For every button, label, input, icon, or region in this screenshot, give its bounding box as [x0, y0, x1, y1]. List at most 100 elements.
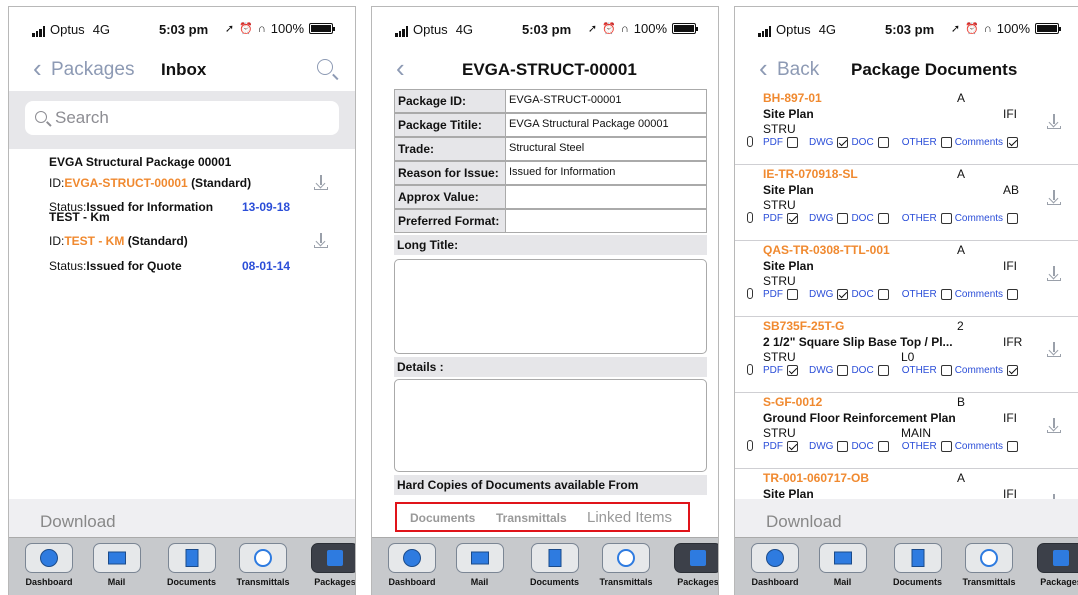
segment-transmittals[interactable]: Transmittals: [496, 511, 567, 525]
network-label: 4G: [92, 22, 111, 37]
headphones-icon: ∩: [620, 22, 629, 35]
tab-documents[interactable]: Documents: [522, 541, 587, 591]
flag-dwg-label: DWG: [809, 365, 834, 376]
comments-checkbox[interactable]: [1007, 137, 1019, 148]
tab-documents[interactable]: Documents: [885, 541, 950, 591]
document-status: IFI: [1003, 107, 1017, 121]
tab-packages[interactable]: Packages: [668, 541, 718, 591]
details-field[interactable]: [394, 379, 707, 472]
package-title: EVGA Structural Package 00001: [49, 155, 232, 169]
back-chevron-icon[interactable]: ‹: [396, 55, 405, 81]
document-code: BH-897-01: [763, 91, 822, 105]
tab-transmittals[interactable]: Transmittals: [229, 541, 297, 591]
pdf-checkbox[interactable]: [787, 289, 798, 300]
doc-checkbox[interactable]: [877, 137, 889, 148]
other-checkbox[interactable]: [940, 137, 952, 148]
doc-checkbox[interactable]: [877, 213, 889, 224]
pdf-checkbox[interactable]: [787, 441, 798, 452]
tab-dashboard[interactable]: Dashboard: [19, 541, 79, 591]
tab-label: Dashboard: [388, 577, 436, 587]
other-checkbox[interactable]: [940, 441, 952, 452]
segment-documents[interactable]: Documents: [410, 511, 475, 525]
tab-documents[interactable]: Documents: [159, 541, 224, 591]
field-package-title: Package Titile: EVGA Structural Package 0…: [394, 113, 707, 137]
download-icon[interactable]: [1047, 266, 1061, 281]
document-row[interactable]: TR-001-060717-OB A Site Plan IFI: [735, 469, 1078, 499]
doc-checkbox[interactable]: [877, 289, 889, 300]
tab-mail[interactable]: Mail: [452, 541, 507, 591]
flag-comments-label: Comments: [954, 289, 1004, 300]
download-icon[interactable]: [1047, 190, 1061, 205]
dwg-checkbox[interactable]: [837, 289, 849, 300]
dwg-checkbox[interactable]: [837, 441, 849, 452]
tab-mail[interactable]: Mail: [815, 541, 870, 591]
tab-dashboard[interactable]: Dashboard: [745, 541, 805, 591]
back-button[interactable]: Packages: [51, 59, 134, 81]
segment-linked-items[interactable]: Linked Items: [587, 509, 672, 526]
download-button[interactable]: Download: [766, 512, 842, 532]
other-checkbox[interactable]: [940, 213, 952, 224]
field-value: EVGA-STRUCT-00001: [509, 94, 622, 106]
dwg-checkbox[interactable]: [837, 137, 849, 148]
tab-label: Packages: [1040, 577, 1078, 587]
package-item[interactable]: TEST - Km ID:TEST - KM (Standard) Status…: [9, 207, 355, 277]
document-row[interactable]: BH-897-01 A Site Plan STRU IFI PDF DWG DOC OTHER…: [735, 89, 1078, 165]
flag-pdf-label: PDF: [763, 137, 783, 148]
download-icon[interactable]: [1047, 418, 1061, 433]
document-row[interactable]: IE-TR-070918-SL A Site Plan STRU AB PDF DWG DOC…: [735, 165, 1078, 241]
document-extra: MAIN: [901, 426, 931, 440]
tab-mail[interactable]: Mail: [89, 541, 144, 591]
document-code: S-GF-0012: [763, 395, 823, 409]
document-code: SB735F-25T-G: [763, 319, 845, 333]
download-icon[interactable]: [1047, 114, 1061, 129]
doc-checkbox[interactable]: [877, 365, 889, 376]
dwg-checkbox[interactable]: [837, 365, 849, 376]
comments-checkbox[interactable]: [1007, 213, 1019, 224]
search-input[interactable]: Search: [25, 101, 339, 135]
tab-label: Dashboard: [751, 577, 799, 587]
download-icon[interactable]: [314, 233, 328, 248]
pdf-checkbox[interactable]: [787, 137, 798, 148]
dwg-checkbox[interactable]: [837, 213, 849, 224]
field-approx-value[interactable]: Approx Value:: [394, 185, 707, 209]
transmittals-icon: [617, 549, 635, 567]
package-item[interactable]: EVGA Structural Package 00001 ID:EVGA-ST…: [9, 149, 355, 214]
other-checkbox[interactable]: [940, 289, 952, 300]
long-title-field[interactable]: [394, 259, 707, 354]
tab-dashboard[interactable]: Dashboard: [382, 541, 442, 591]
document-revision: A: [957, 471, 966, 485]
download-icon[interactable]: [314, 175, 328, 190]
tab-packages[interactable]: Packages: [1031, 541, 1078, 591]
dashboard-icon: [766, 549, 784, 567]
signal-icon: [758, 26, 771, 37]
field-preferred-format[interactable]: Preferred Format:: [394, 209, 707, 233]
doc-checkbox[interactable]: [877, 441, 889, 452]
back-chevron-icon[interactable]: ‹: [33, 55, 42, 81]
battery-icon: [309, 23, 335, 34]
comments-checkbox[interactable]: [1007, 441, 1019, 452]
dashboard-icon: [40, 549, 58, 567]
other-checkbox[interactable]: [940, 365, 952, 376]
pdf-checkbox[interactable]: [787, 365, 798, 376]
field-value: Structural Steel: [509, 142, 585, 154]
tab-packages[interactable]: Packages: [305, 541, 355, 591]
comments-checkbox[interactable]: [1007, 365, 1019, 376]
document-row[interactable]: QAS-TR-0308-TTL-001 A Site Plan STRU IFI PDF D…: [735, 241, 1078, 317]
tab-label: Mail: [107, 577, 126, 587]
comments-checkbox[interactable]: [1007, 289, 1019, 300]
document-row[interactable]: S-GF-0012 B Ground Floor Reinforcement Pla…: [735, 393, 1078, 469]
headphones-icon: ∩: [257, 22, 266, 35]
pdf-checkbox[interactable]: [787, 213, 798, 224]
download-button[interactable]: Download: [40, 512, 116, 532]
search-icon[interactable]: [317, 59, 333, 75]
document-row[interactable]: SB735F-25T-G 2 2 1/2" Square Slip Base Top…: [735, 317, 1078, 393]
tab-transmittals[interactable]: Transmittals: [592, 541, 660, 591]
field-label: Trade:: [395, 138, 506, 160]
back-chevron-icon[interactable]: ‹: [759, 55, 768, 81]
status-label: Status:: [49, 259, 87, 273]
download-icon[interactable]: [1047, 342, 1061, 357]
flag-pdf-label: PDF: [763, 289, 783, 300]
tab-transmittals[interactable]: Transmittals: [955, 541, 1023, 591]
document-discipline: STRU: [763, 350, 796, 364]
back-button[interactable]: Back: [777, 59, 819, 81]
